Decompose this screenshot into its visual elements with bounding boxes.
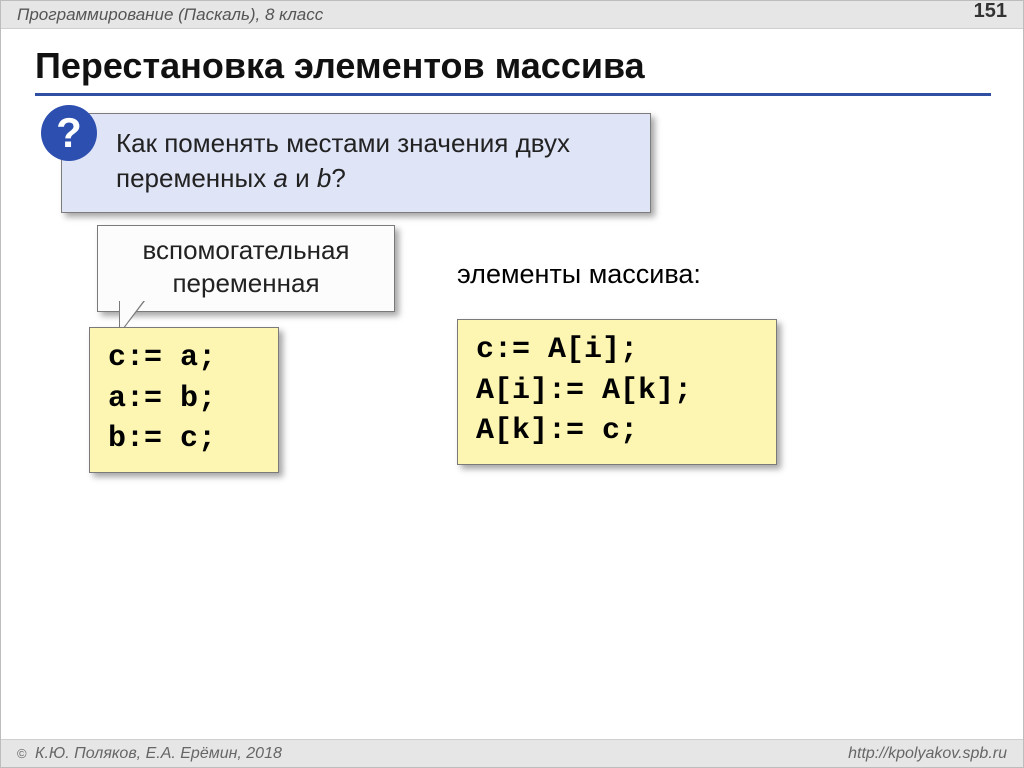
code-swap-vars: c:= a; a:= b; b:= c; <box>89 327 279 473</box>
slide: Программирование (Паскаль), 8 класс 151 … <box>0 0 1024 768</box>
footer-authors: © К.Ю. Поляков, Е.А. Ерёмин, 2018 <box>17 745 282 763</box>
copyright-icon: © <box>17 746 27 761</box>
authors-text: К.Ю. Поляков, Е.А. Ерёмин, 2018 <box>31 745 282 762</box>
question-and: и <box>288 163 317 193</box>
question-var-b: b <box>317 163 331 193</box>
array-elements-label: элементы массива: <box>457 259 701 290</box>
question-line2-prefix: переменных <box>116 163 273 193</box>
slide-title: Перестановка элементов массива <box>35 45 645 87</box>
question-mark: ? <box>56 112 82 154</box>
question-mark-icon: ? <box>41 105 97 161</box>
code-swap-array: c:= A[i]; A[i]:= A[k]; A[k]:= c; <box>457 319 777 465</box>
question-line2-suffix: ? <box>331 163 345 193</box>
header-bar: Программирование (Паскаль), 8 класс 151 <box>1 1 1023 29</box>
title-underline <box>35 93 991 96</box>
question-line1: Как поменять местами значения двух <box>116 128 570 158</box>
callout-line1: вспомогательная <box>142 235 349 265</box>
course-label: Программирование (Паскаль), 8 класс <box>17 5 323 25</box>
footer-url: http://kpolyakov.spb.ru <box>848 745 1007 763</box>
question-box: Как поменять местами значения двух перем… <box>61 113 651 213</box>
question-var-a: a <box>273 163 287 193</box>
callout-line2: переменная <box>172 268 319 298</box>
page-number: 151 <box>974 0 1007 23</box>
helper-variable-callout: вспомогательная переменная <box>97 225 395 312</box>
footer-bar: © К.Ю. Поляков, Е.А. Ерёмин, 2018 http:/… <box>1 739 1023 767</box>
